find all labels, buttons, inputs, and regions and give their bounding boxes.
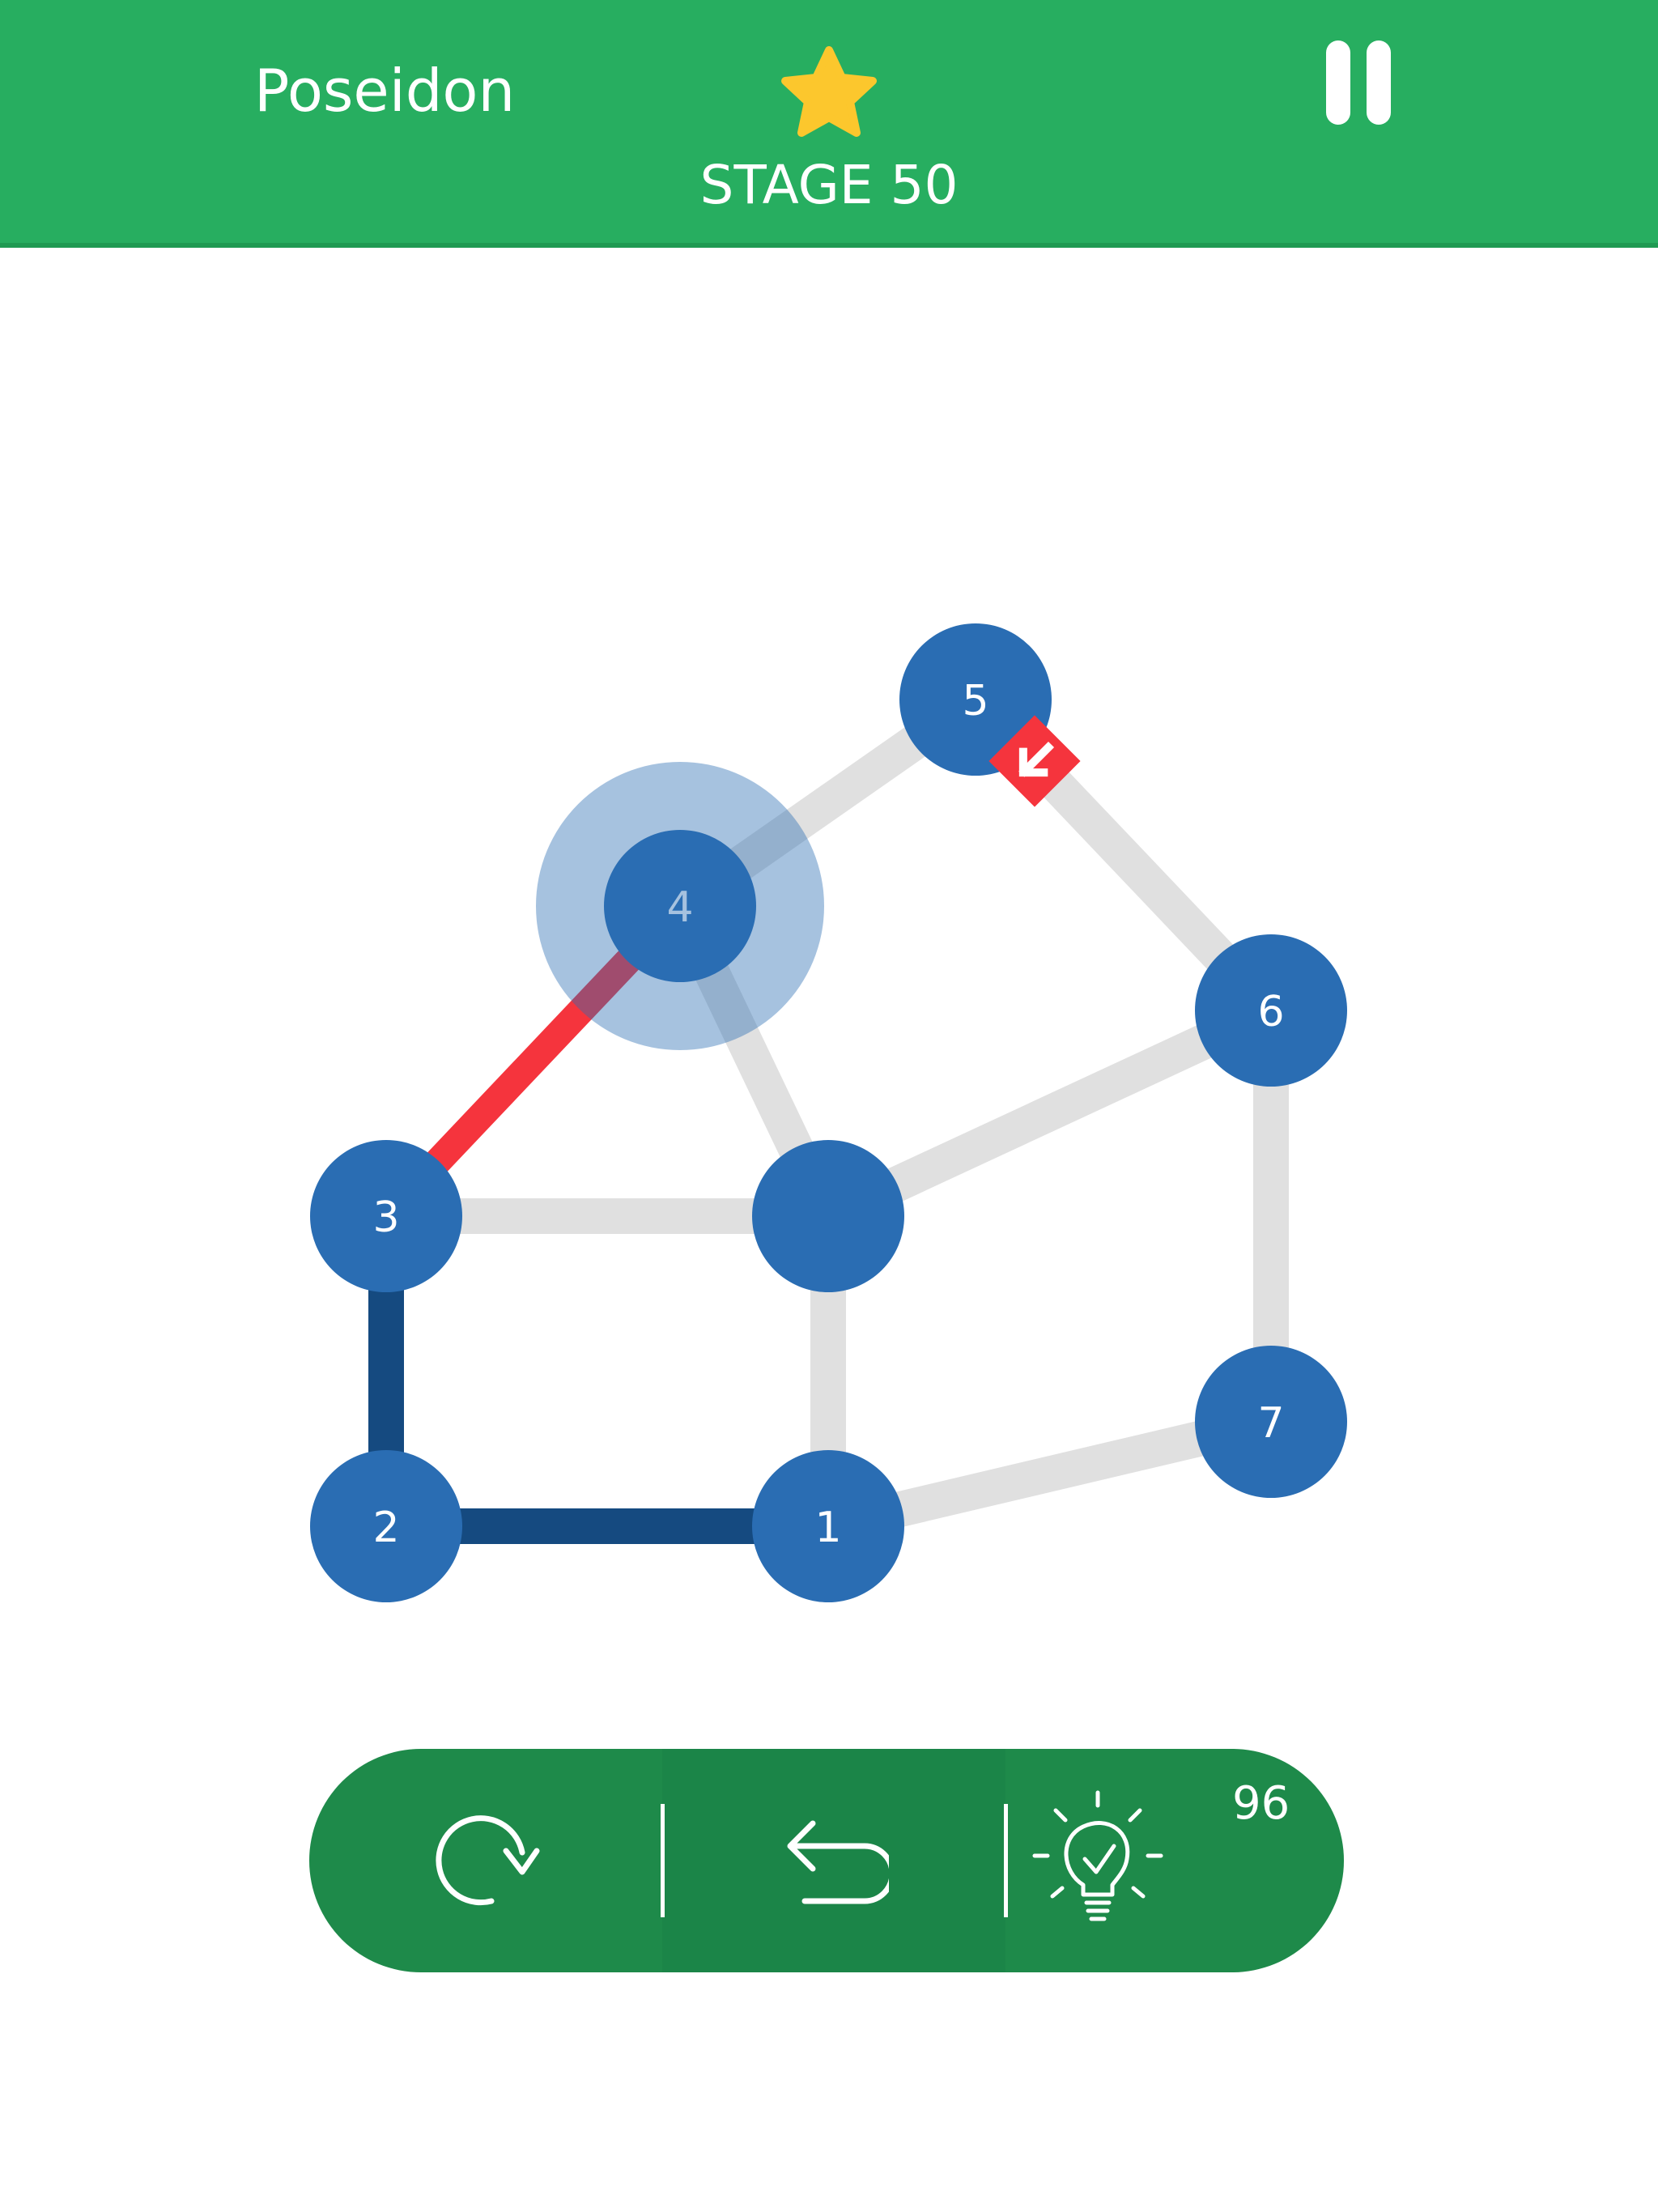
undo-button[interactable]: [662, 1749, 1005, 1972]
node-label: 3: [372, 1193, 399, 1242]
edges-unvisited: [386, 684, 1289, 1544]
current-node-halo: [536, 762, 824, 1050]
edges-visited: [368, 1216, 828, 1544]
node-label: 7: [1257, 1399, 1284, 1448]
node-label: 6: [1257, 988, 1284, 1036]
restart-icon: [436, 1815, 540, 1906]
node-6[interactable]: 6: [1195, 934, 1347, 1087]
node-1[interactable]: 1: [752, 1450, 904, 1602]
node-label: 5: [962, 677, 988, 725]
hint-count: 96: [1232, 1777, 1290, 1830]
node-3[interactable]: 3: [310, 1140, 462, 1292]
node-7[interactable]: 7: [1195, 1346, 1347, 1498]
node-2[interactable]: 2: [310, 1450, 462, 1602]
bottom-toolbar: 96: [309, 1749, 1344, 1972]
node-label: 2: [372, 1504, 399, 1552]
hint-button[interactable]: 96: [1005, 1749, 1344, 1972]
restart-button[interactable]: [309, 1749, 662, 1972]
node-center[interactable]: [752, 1140, 904, 1292]
lightbulb-hint-icon: [1032, 1790, 1163, 1921]
undo-icon: [787, 1820, 889, 1904]
node-label: 1: [814, 1504, 841, 1552]
